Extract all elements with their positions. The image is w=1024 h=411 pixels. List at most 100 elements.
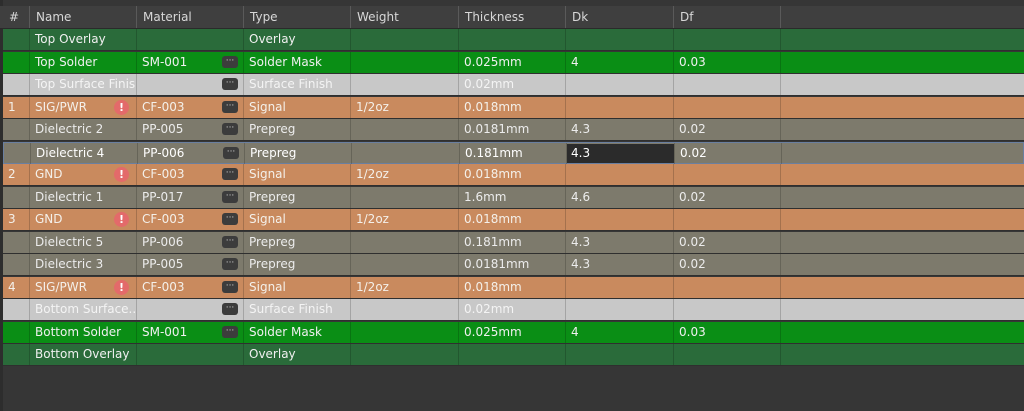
weight-cell[interactable] bbox=[351, 29, 459, 50]
layer-name-cell[interactable]: Bottom Solder bbox=[30, 322, 137, 343]
df-cell[interactable] bbox=[674, 97, 781, 118]
dk-cell[interactable]: 4.3 bbox=[567, 143, 675, 164]
material-browse-button[interactable]: ··· bbox=[222, 191, 238, 203]
df-cell[interactable]: 0.02 bbox=[674, 254, 781, 275]
thickness-cell[interactable] bbox=[459, 344, 566, 365]
row-number-cell[interactable] bbox=[3, 29, 30, 50]
table-row[interactable]: 1 SIG/PWR! CF-003 ··· Signal 1/2oz 0.018mm bbox=[3, 97, 1024, 119]
row-number-cell[interactable] bbox=[3, 254, 30, 275]
df-cell[interactable]: 0.03 bbox=[674, 322, 781, 343]
dk-cell[interactable] bbox=[566, 277, 674, 298]
material-cell[interactable]: CF-003 ··· bbox=[137, 209, 244, 230]
material-cell[interactable]: PP-017 ··· bbox=[137, 187, 244, 208]
layer-name-cell[interactable]: Bottom Surface... bbox=[30, 299, 137, 320]
material-browse-button[interactable]: ··· bbox=[222, 281, 238, 293]
df-cell[interactable] bbox=[674, 209, 781, 230]
df-cell[interactable]: 0.02 bbox=[675, 143, 782, 164]
table-row[interactable]: 4 SIG/PWR! CF-003 ··· Signal 1/2oz 0.018mm bbox=[3, 277, 1024, 299]
type-cell[interactable]: Signal bbox=[244, 277, 351, 298]
weight-cell[interactable]: 1/2oz bbox=[351, 164, 459, 185]
thickness-cell[interactable]: 0.181mm bbox=[459, 232, 566, 253]
material-browse-button[interactable]: ··· bbox=[222, 123, 238, 135]
thickness-cell[interactable]: 0.018mm bbox=[459, 209, 566, 230]
dk-edit-field[interactable]: 4.3 bbox=[567, 144, 674, 163]
dk-cell[interactable]: 4.3 bbox=[566, 232, 674, 253]
column-header-type[interactable]: Type bbox=[244, 6, 351, 28]
material-browse-button[interactable]: ··· bbox=[222, 78, 238, 90]
row-number-cell[interactable] bbox=[3, 232, 30, 253]
df-cell[interactable] bbox=[674, 277, 781, 298]
thickness-cell[interactable]: 0.018mm bbox=[459, 277, 566, 298]
dk-cell[interactable]: 4 bbox=[566, 322, 674, 343]
table-row[interactable]: Dielectric 3 PP-005 ··· Prepreg 0.0181mm 4.3 0… bbox=[3, 254, 1024, 276]
type-cell[interactable]: Signal bbox=[244, 164, 351, 185]
material-browse-button[interactable]: ··· bbox=[222, 168, 238, 180]
table-row[interactable]: Top Overlay Overlay bbox=[3, 29, 1024, 51]
table-row[interactable]: 2 GND! CF-003 ··· Signal 1/2oz 0.018mm bbox=[3, 164, 1024, 186]
type-cell[interactable]: Overlay bbox=[244, 344, 351, 365]
material-cell[interactable]: SM-001 ··· bbox=[137, 322, 244, 343]
row-number-cell[interactable] bbox=[3, 299, 30, 320]
row-number-cell[interactable] bbox=[3, 119, 30, 140]
warning-icon[interactable]: ! bbox=[114, 212, 129, 227]
type-cell[interactable]: Surface Finish bbox=[244, 299, 351, 320]
material-cell[interactable]: CF-003 ··· bbox=[137, 164, 244, 185]
df-cell[interactable]: 0.02 bbox=[674, 232, 781, 253]
table-row[interactable]: Bottom Surface... ··· Surface Finish 0.02mm bbox=[3, 299, 1024, 321]
table-row[interactable]: Bottom Overlay Overlay bbox=[3, 344, 1024, 366]
material-cell[interactable]: SM-001 ··· bbox=[137, 52, 244, 73]
row-number-cell[interactable]: 4 bbox=[3, 277, 30, 298]
column-header-name[interactable]: Name bbox=[30, 6, 137, 28]
type-cell[interactable]: Solder Mask bbox=[244, 52, 351, 73]
dk-cell[interactable] bbox=[566, 74, 674, 95]
dk-cell[interactable] bbox=[566, 97, 674, 118]
dk-cell[interactable] bbox=[566, 344, 674, 365]
layer-name-cell[interactable]: Top Solder bbox=[30, 52, 137, 73]
dk-cell[interactable] bbox=[566, 29, 674, 50]
df-cell[interactable] bbox=[674, 299, 781, 320]
layer-name-cell[interactable]: Dielectric 3 bbox=[30, 254, 137, 275]
row-number-cell[interactable]: 2 bbox=[3, 164, 30, 185]
material-cell[interactable]: PP-005 ··· bbox=[137, 119, 244, 140]
material-browse-button[interactable]: ··· bbox=[222, 213, 238, 225]
column-header-thickness[interactable]: Thickness bbox=[459, 6, 566, 28]
material-browse-button[interactable]: ··· bbox=[222, 56, 238, 68]
thickness-cell[interactable]: 1.6mm bbox=[459, 187, 566, 208]
layer-name-cell[interactable]: Dielectric 2 bbox=[30, 119, 137, 140]
material-browse-button[interactable]: ··· bbox=[223, 147, 239, 159]
table-row[interactable]: 3 GND! CF-003 ··· Signal 1/2oz 0.018mm bbox=[3, 209, 1024, 231]
row-number-cell[interactable] bbox=[4, 143, 31, 164]
type-cell[interactable]: Signal bbox=[244, 97, 351, 118]
df-cell[interactable] bbox=[674, 29, 781, 50]
column-header-dk[interactable]: Dk bbox=[566, 6, 674, 28]
thickness-cell[interactable]: 0.025mm bbox=[459, 322, 566, 343]
material-cell[interactable] bbox=[137, 29, 244, 50]
material-browse-button[interactable]: ··· bbox=[222, 258, 238, 270]
type-cell[interactable]: Overlay bbox=[244, 29, 351, 50]
type-cell[interactable]: Prepreg bbox=[244, 187, 351, 208]
row-number-cell[interactable]: 3 bbox=[3, 209, 30, 230]
row-number-cell[interactable] bbox=[3, 322, 30, 343]
material-cell[interactable]: ··· bbox=[137, 299, 244, 320]
weight-cell[interactable] bbox=[351, 344, 459, 365]
table-row[interactable]: Top Solder SM-001 ··· Solder Mask 0.025mm 4 0.… bbox=[3, 52, 1024, 74]
dk-cell[interactable]: 4 bbox=[566, 52, 674, 73]
row-number-cell[interactable] bbox=[3, 52, 30, 73]
material-browse-button[interactable]: ··· bbox=[222, 326, 238, 338]
table-row[interactable]: Dielectric 2 PP-005 ··· Prepreg 0.0181mm 4.3 0… bbox=[3, 119, 1024, 141]
layer-name-cell[interactable]: Dielectric 1 bbox=[30, 187, 137, 208]
row-number-cell[interactable] bbox=[3, 74, 30, 95]
layer-name-cell[interactable]: GND! bbox=[30, 209, 137, 230]
df-cell[interactable] bbox=[674, 164, 781, 185]
weight-cell[interactable] bbox=[351, 74, 459, 95]
layer-name-cell[interactable]: Bottom Overlay bbox=[30, 344, 137, 365]
material-cell[interactable]: ··· bbox=[137, 74, 244, 95]
df-cell[interactable] bbox=[674, 344, 781, 365]
layer-name-cell[interactable]: Top Surface Finish bbox=[30, 74, 137, 95]
type-cell[interactable]: Solder Mask bbox=[244, 322, 351, 343]
thickness-cell[interactable]: 0.02mm bbox=[459, 74, 566, 95]
layer-name-cell[interactable]: GND! bbox=[30, 164, 137, 185]
layer-name-cell[interactable]: Dielectric 5 bbox=[30, 232, 137, 253]
table-row[interactable]: Dielectric 5 PP-006 ··· Prepreg 0.181mm 4.3 0.… bbox=[3, 232, 1024, 254]
dk-cell[interactable]: 4.3 bbox=[566, 254, 674, 275]
